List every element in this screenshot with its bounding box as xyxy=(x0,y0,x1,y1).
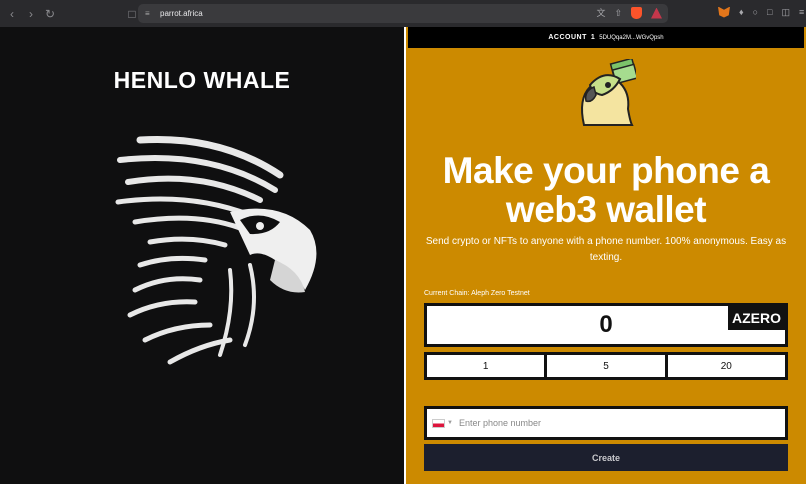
amount-field[interactable]: 0 AZERO xyxy=(424,303,788,347)
headline-line-1: Make your phone a xyxy=(442,150,770,191)
phone-field: ▼ xyxy=(424,406,788,440)
phone-input[interactable] xyxy=(458,418,759,428)
forward-icon[interactable]: › xyxy=(24,7,38,21)
preset-button-1[interactable]: 1 xyxy=(427,355,548,377)
create-button[interactable]: Create xyxy=(424,444,788,471)
rewards-badge: 3 xyxy=(661,7,662,11)
token-badge: AZERO xyxy=(728,306,785,330)
parrot-logo xyxy=(581,59,636,126)
address-bar[interactable]: ≡ parrot.africa 文 ⇧ 3 xyxy=(138,4,668,23)
metamask-icon[interactable] xyxy=(718,6,730,18)
account-address: 5DUQqa2M...WGvQpsh xyxy=(599,34,664,41)
poland-flag-icon[interactable] xyxy=(432,418,445,428)
back-icon[interactable]: ‹ xyxy=(5,7,19,21)
subtitle: Send crypto or NFTs to anyone with a pho… xyxy=(425,236,787,263)
extension-icon[interactable]: ♦ xyxy=(739,6,744,18)
chevron-down-icon[interactable]: ▼ xyxy=(447,420,453,426)
account-bar[interactable]: ACCOUNT 1 5DUQqa2M...WGvQpsh xyxy=(408,27,804,48)
extensions-puzzle-icon[interactable]: □ xyxy=(767,6,772,18)
share-icon[interactable]: ⇧ xyxy=(614,7,622,19)
wallet-panel: ACCOUNT 1 5DUQqa2M...WGvQpsh Make your p… xyxy=(404,27,806,484)
reload-icon[interactable]: ↻ xyxy=(43,7,57,21)
headline-line-2: web3 wallet xyxy=(505,189,707,230)
amount-presets: 1 5 20 xyxy=(424,352,788,380)
sidebar-icon[interactable]: ◫ xyxy=(781,6,790,18)
menu-icon[interactable]: ≡ xyxy=(799,6,804,18)
parrot-illustration xyxy=(115,135,317,365)
headline: Make your phone a web3 wallet xyxy=(406,151,806,229)
account-number: 1 xyxy=(590,34,596,41)
browser-toolbar: ‹ › ↻ □ ≡ parrot.africa 文 ⇧ 3 ♦ ○ □ ◫ ≡ xyxy=(0,0,806,27)
henlo-title: HENLO WHALE xyxy=(113,67,291,93)
chat-icon[interactable]: ○ xyxy=(753,6,758,18)
site-settings-icon[interactable]: ≡ xyxy=(145,9,154,18)
translate-icon[interactable]: 文 xyxy=(596,7,605,19)
bookmark-icon[interactable]: □ xyxy=(125,7,139,21)
left-panel: HENLO WHALE xyxy=(0,27,404,484)
brave-rewards-icon[interactable]: 3 xyxy=(651,7,662,19)
account-label: ACCOUNT xyxy=(548,34,587,41)
brave-shield-icon[interactable] xyxy=(631,7,642,19)
preset-button-20[interactable]: 20 xyxy=(667,355,785,377)
preset-button-5[interactable]: 5 xyxy=(547,355,668,377)
amount-value[interactable]: 0 xyxy=(599,311,612,339)
current-chain-label: Current Chain: Aleph Zero Testnet xyxy=(424,290,530,297)
url-text: parrot.africa xyxy=(160,9,203,18)
